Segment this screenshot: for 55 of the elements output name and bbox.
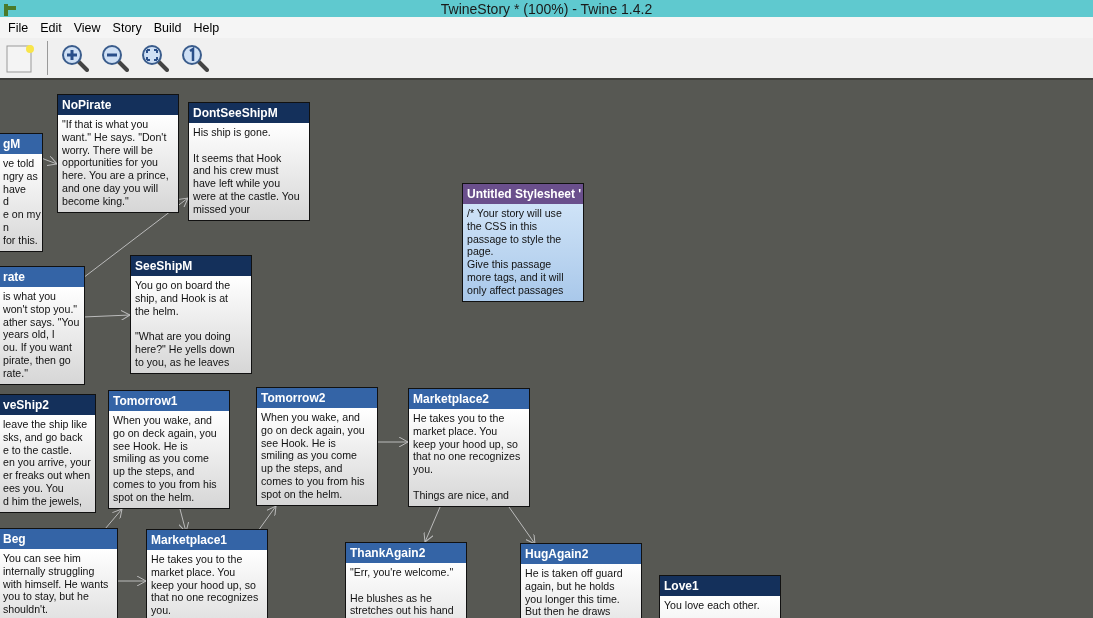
passage-card[interactable]: NoPirate "If that is what you want." He says. "Don't worry. There will be opportunities for you here. You are a prince, and one day you will become king." [57, 94, 179, 213]
menu-item[interactable]: Story [106, 20, 148, 35]
connector-arrow [115, 575, 147, 587]
zoom-fit-button[interactable] [140, 43, 170, 73]
connector-arrow [257, 505, 277, 532]
passage-card[interactable]: HugAgain2 He is taken off guard again, but he holds you longer this time. But then he draws [520, 543, 642, 618]
passage-card[interactable]: Marketplace1 He takes you to the market place. You keep your hood up, so that no one recognizes you. [146, 529, 268, 618]
passage-title: Love1 [660, 576, 780, 596]
zoom-actual-size-button[interactable] [180, 43, 210, 73]
connector-arrow [104, 508, 123, 530]
passage-card[interactable]: Tomorrow1 When you wake, and go on deck again, you see Hook. He is smiling as you come up the steps, and comes to you from his spot on the helm. [108, 390, 230, 509]
zoom-out-button[interactable] [100, 43, 130, 73]
connector-arrow [82, 309, 131, 321]
connector-arrow [375, 436, 409, 448]
passage-title: DontSeeShipM [189, 103, 309, 123]
passage-card[interactable]: Beg You can see him internally struggling with himself. He wants you to stay, but he shouldn't. [0, 528, 118, 618]
passage-card[interactable]: SeeShipM You go on board the ship, and Hook is at the helm. "What are you doing here?" He yells down to you, as he leaves [130, 255, 252, 374]
new-page-icon [6, 43, 34, 73]
connector-arrow [508, 506, 536, 545]
passage-card[interactable]: ThankAgain2 "Err, you're welcome." He blushes as he stretches out his hand [345, 542, 467, 618]
passage-card[interactable]: Marketplace2 He takes you to the market place. You keep your hood up, so that no one recognizes you. Things are nice, and [408, 388, 530, 507]
passage-card[interactable]: Untitled Stylesheet ' /* Your story will use the CSS in this passage to style the page. Give this passage more tags, and it will only affect passages [462, 183, 584, 302]
passage-title: SeeShipM [131, 256, 251, 276]
passage-title: veShip2 [0, 395, 95, 415]
passage-card[interactable]: veShip2 leave the ship like sks, and go back e to the castle. en you arrive, your er freaks out when ees you. You d him the jewels, [0, 394, 96, 513]
passage-text: /* Your story will use the CSS in this passage to style the page. Give this passage more tags, and it will only affect passages [463, 204, 583, 301]
passage-title: Beg [0, 529, 117, 549]
zoom-out-icon [101, 44, 129, 72]
passage-title: Tomorrow2 [257, 388, 377, 408]
zoom-in-icon [61, 44, 89, 72]
zoom-actual-icon [181, 44, 209, 72]
passage-title: Marketplace2 [409, 389, 529, 409]
passage-title: Tomorrow1 [109, 391, 229, 411]
app-logo-icon [3, 1, 17, 16]
passage-title: rate [0, 267, 84, 287]
menu-item[interactable]: Edit [34, 20, 68, 35]
passage-card[interactable]: Love1 You love each other. [659, 575, 781, 618]
passage-title: HugAgain2 [521, 544, 641, 564]
menu-item[interactable]: File [2, 20, 35, 35]
passage-title: gM [0, 134, 42, 154]
connector-arrow [423, 506, 441, 543]
passage-card[interactable]: rate is what you won't stop you." ather says. "You years old, I ou. If you want pirate, then go rate." [0, 266, 85, 385]
zoom-in-button[interactable] [60, 43, 90, 73]
menu-item[interactable]: Build [147, 20, 188, 35]
zoom-fit-icon [141, 44, 169, 72]
window-title: TwineStory * (100%) - Twine 1.4.2 [439, 0, 654, 17]
passage-title: Untitled Stylesheet ' [463, 184, 583, 204]
passage-title: ThankAgain2 [346, 543, 466, 563]
passage-card[interactable]: DontSeeShipM His ship is gone. It seems that Hook and his crew must have left while you were at the castle. You missed your [188, 102, 310, 221]
menu-item[interactable]: View [67, 20, 107, 35]
menu-item[interactable]: Help [187, 20, 226, 35]
passage-title: NoPirate [58, 95, 178, 115]
passage-title: Marketplace1 [147, 530, 267, 550]
passage-card[interactable]: Tomorrow2 When you wake, and go on deck again, you see Hook. He is smiling as you come up the steps, and comes to you from his spot on the helm. [256, 387, 378, 506]
passage-card[interactable]: gM ve told ngry as have d e on my n for this. [0, 133, 43, 252]
